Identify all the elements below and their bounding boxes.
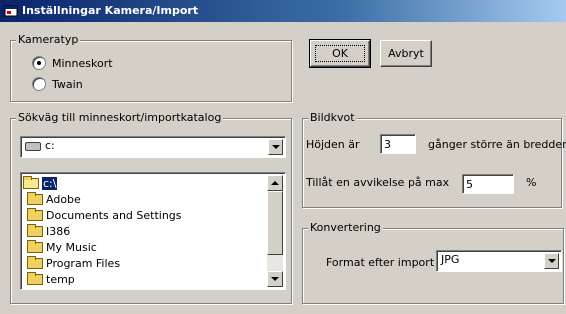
- tolerance-unit-label: %: [526, 176, 537, 189]
- folder-icon: [27, 223, 43, 237]
- folder-label: temp: [46, 272, 75, 286]
- list-item[interactable]: Documents and Settings: [27, 207, 182, 223]
- scroll-thumb[interactable]: [267, 191, 283, 255]
- window-title: Inställningar Kamera/Import: [22, 4, 199, 17]
- list-item[interactable]: temp: [27, 271, 75, 287]
- list-item[interactable]: My Music: [27, 239, 97, 255]
- app-window-icon[interactable]: [4, 4, 18, 18]
- folder-label: Adobe: [46, 192, 81, 206]
- height-prefix-label: Höjden är: [306, 138, 360, 151]
- folder-label: I386: [46, 224, 71, 238]
- folder-icon: [27, 255, 43, 269]
- folder-icon: [27, 239, 43, 253]
- path-legend: Sökväg till minneskort/importkatalog: [16, 111, 224, 124]
- scroll-down-button[interactable]: [267, 271, 283, 287]
- aspect-ratio-group: Bildkvot Höjden är gånger större än bred…: [302, 111, 566, 208]
- height-suffix-label: gånger större än bredden: [428, 138, 566, 151]
- folder-icon: [27, 191, 43, 205]
- folder-icon: [27, 271, 43, 285]
- settings-dialog: Inställningar Kamera/Import Kameratyp Mi…: [0, 0, 566, 314]
- folder-icon: [27, 207, 43, 221]
- scroll-up-button[interactable]: [267, 175, 283, 191]
- radio-twain[interactable]: Twain: [32, 77, 83, 91]
- radio-memory-card[interactable]: Minneskort: [32, 56, 113, 70]
- list-item[interactable]: Adobe: [27, 191, 81, 207]
- list-item[interactable]: I386: [27, 223, 70, 239]
- chevron-down-icon[interactable]: [268, 139, 283, 155]
- camera-type-legend: Kameratyp: [16, 33, 81, 46]
- vertical-scrollbar[interactable]: [267, 175, 283, 287]
- chevron-down-icon[interactable]: [544, 253, 559, 269]
- format-value: JPG: [441, 253, 460, 266]
- radio-twain-label: Twain: [52, 77, 83, 91]
- tolerance-label: Tillåt en avvikelse på max: [306, 176, 450, 189]
- radio-memory-card-label: Minneskort: [52, 56, 113, 70]
- format-label: Format efter import: [326, 256, 435, 269]
- aspect-ratio-legend: Bildkvot: [308, 111, 357, 124]
- ok-button[interactable]: OK: [309, 39, 371, 68]
- ok-button-label: OK: [332, 47, 348, 60]
- radio-unselected-indicator[interactable]: [32, 77, 46, 91]
- path-group: Sökväg till minneskort/importkatalog c: …: [10, 112, 292, 304]
- format-select[interactable]: JPG: [436, 250, 562, 272]
- hard-drive-icon: [25, 141, 41, 151]
- directory-list[interactable]: c:\ Adobe Documents and Settings I386 My…: [20, 172, 286, 290]
- drive-select[interactable]: c:: [20, 136, 286, 158]
- radio-selected-indicator[interactable]: [32, 56, 46, 70]
- cancel-button-label: Avbryt: [388, 47, 424, 60]
- folder-label: Program Files: [46, 256, 121, 270]
- height-ratio-input[interactable]: [380, 134, 416, 154]
- folder-open-icon: [23, 175, 39, 189]
- drive-value: c:: [45, 139, 55, 152]
- title-bar: Inställningar Kamera/Import: [0, 0, 566, 22]
- list-item[interactable]: Program Files: [27, 255, 120, 271]
- cancel-button[interactable]: Avbryt: [380, 40, 432, 67]
- folder-label: My Music: [46, 240, 97, 254]
- camera-type-group: Kameratyp Minneskort Twain: [10, 34, 292, 102]
- conversion-group: Konvertering Format efter import JPG: [302, 222, 564, 304]
- list-item[interactable]: c:\: [23, 175, 58, 191]
- tolerance-input[interactable]: [462, 174, 514, 194]
- folder-label: c:\: [42, 176, 58, 190]
- folder-label: Documents and Settings: [46, 208, 182, 222]
- conversion-legend: Konvertering: [308, 221, 383, 234]
